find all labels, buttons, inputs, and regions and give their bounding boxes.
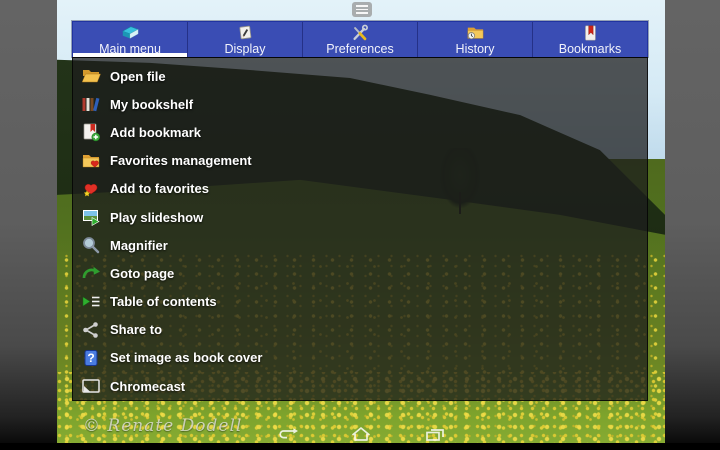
tab-label: History [456,42,495,56]
share-icon [80,320,101,340]
goto-arrow-icon [80,263,101,283]
hamburger-hint-icon[interactable] [352,2,372,17]
open-folder-icon [80,66,101,86]
tab-display[interactable]: Display [187,22,302,57]
menu-item-label: Table of contents [110,294,217,309]
book-icon [118,24,142,42]
menu-item-label: Favorites management [110,153,252,168]
heart-star-icon [80,179,101,199]
add-bookmark-icon [80,122,101,142]
tablet-frame: Main menu Display [0,0,720,450]
tablet-bezel-right [665,0,720,443]
menu-item-label: Add bookmark [110,125,201,140]
favorites-folder-icon [80,151,101,171]
cast-icon [80,376,101,396]
tab-label: Display [225,42,266,56]
menu-item-label: Magnifier [110,238,168,253]
menu-item-open-file[interactable]: Open file [73,62,647,90]
menu-item-play-slideshow[interactable]: Play slideshow [73,203,647,231]
recents-icon[interactable] [420,425,450,443]
tab-preferences[interactable]: Preferences [302,22,417,57]
menu-tab-bar: Main menu Display [72,21,648,57]
magnifier-icon [80,235,101,255]
svg-text:?: ? [87,351,94,365]
menu-item-goto-page[interactable]: Goto page [73,259,647,287]
back-icon[interactable] [272,425,302,443]
menu-item-share-to[interactable]: Share to [73,316,647,344]
menu-item-label: My bookshelf [110,97,193,112]
folder-clock-icon [463,24,487,42]
menu-item-label: Chromecast [110,379,185,394]
screen-bottom-edge [0,443,720,450]
menu-item-add-bookmark[interactable]: Add bookmark [73,118,647,146]
home-icon[interactable] [346,425,376,443]
menu-item-set-book-cover[interactable]: ? Set image as book cover [73,344,647,372]
toc-list-icon [80,292,101,312]
menu-item-my-bookshelf[interactable]: My bookshelf [73,90,647,118]
menu-item-table-of-contents[interactable]: Table of contents [73,288,647,316]
menu-item-label: Play slideshow [110,210,203,225]
android-navbar [57,424,665,443]
main-menu-panel: Open file My bookshelf [72,57,648,401]
tab-label: Preferences [326,42,393,56]
tablet-bezel-left [0,0,57,443]
menu-item-label: Set image as book cover [110,350,262,365]
menu-item-label: Open file [110,69,166,84]
menu-item-add-to-favorites[interactable]: Add to favorites [73,175,647,203]
menu-item-favorites-management[interactable]: Favorites management [73,147,647,175]
slideshow-play-icon [80,207,101,227]
crossed-tools-icon [348,24,372,42]
question-badge-icon: ? [80,348,101,368]
tab-main-menu[interactable]: Main menu [73,22,187,57]
note-pencil-icon [233,24,257,42]
menu-item-label: Add to favorites [110,181,209,196]
menu-item-label: Share to [110,322,162,337]
tab-label: Bookmarks [559,42,622,56]
bookmark-page-icon [578,24,602,42]
tab-bookmarks[interactable]: Bookmarks [532,22,647,57]
menu-item-magnifier[interactable]: Magnifier [73,231,647,259]
menu-item-label: Goto page [110,266,174,281]
tab-history[interactable]: History [417,22,532,57]
menu-item-chromecast[interactable]: Chromecast [73,372,647,400]
app-screen: Main menu Display [57,0,665,443]
bookshelf-icon [80,94,101,114]
